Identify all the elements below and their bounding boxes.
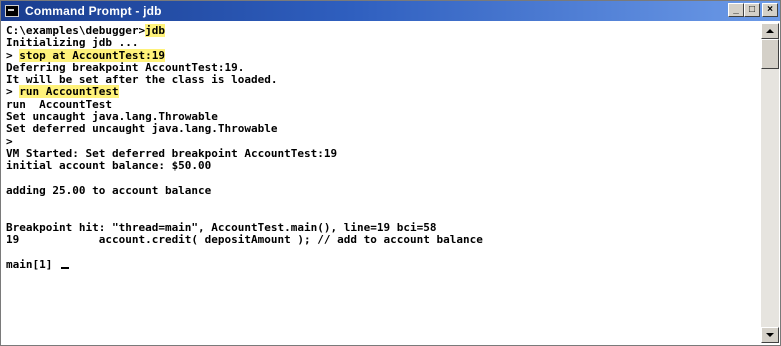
- console-line: main[1]: [6, 257, 756, 271]
- console-line: initial account balance: $50.00: [6, 160, 756, 172]
- console-text: >: [6, 48, 20, 62]
- scrollbar-thumb[interactable]: [761, 39, 779, 69]
- scroll-down-button[interactable]: [761, 327, 779, 343]
- highlighted-command: run AccountTest: [19, 85, 119, 99]
- console-text: Set deferred uncaught java.lang.Throwabl…: [6, 122, 278, 136]
- console-text: run AccountTest: [6, 97, 112, 111]
- arrow-up-icon: [766, 29, 774, 33]
- console-line: Initializing jdb ...: [6, 37, 756, 49]
- minimize-button[interactable]: _: [728, 3, 744, 17]
- console-text: Breakpoint hit: "thread=main", AccountTe…: [6, 220, 437, 234]
- console-text: VM Started: Set deferred breakpoint Acco…: [6, 146, 338, 160]
- console-output[interactable]: C:\examples\debugger>jdb Initializing jdb…: [4, 23, 756, 343]
- command-prompt-window: Command Prompt - jdb _ □ × C:\examples\d…: [0, 0, 781, 346]
- scroll-up-button[interactable]: [761, 23, 779, 39]
- window-title: Command Prompt - jdb: [25, 4, 162, 18]
- console-text: C:\examples\debugger>: [6, 24, 146, 37]
- console-line: Set deferred uncaught java.lang.Throwabl…: [6, 123, 756, 135]
- console-text: >: [6, 85, 20, 99]
- arrow-down-icon: [766, 333, 774, 337]
- console-text: Deferring breakpoint AccountTest:19.: [6, 60, 245, 74]
- console-text: Set uncaught java.lang.Throwable: [6, 110, 218, 124]
- console-text: adding 25.00 to account balance: [6, 183, 212, 197]
- highlighted-command: jdb: [145, 24, 165, 37]
- title-bar[interactable]: Command Prompt - jdb _ □ ×: [1, 1, 780, 21]
- console-text: It will be set after the class is loaded…: [6, 73, 278, 87]
- console-line: 19 account.credit( depositAmount ); // a…: [6, 233, 756, 247]
- close-button[interactable]: ×: [762, 3, 778, 17]
- console-line: > run AccountTest: [6, 85, 756, 99]
- console-text: Initializing jdb ...: [6, 36, 139, 50]
- console-text: >: [6, 134, 13, 148]
- highlighted-command: stop at AccountTest:19: [19, 48, 165, 62]
- console-icon[interactable]: [5, 5, 19, 17]
- maximize-button[interactable]: □: [744, 3, 760, 17]
- console-text: initial account balance: $50.00: [6, 159, 212, 173]
- console-line: adding 25.00 to account balance: [6, 183, 756, 197]
- vertical-scrollbar[interactable]: [761, 23, 779, 343]
- text-cursor: [60, 266, 69, 269]
- console-text: main[1]: [6, 257, 59, 271]
- console-text: 19 account.credit( depositAmount ); // a…: [6, 233, 483, 247]
- window-controls: _ □ ×: [728, 3, 778, 17]
